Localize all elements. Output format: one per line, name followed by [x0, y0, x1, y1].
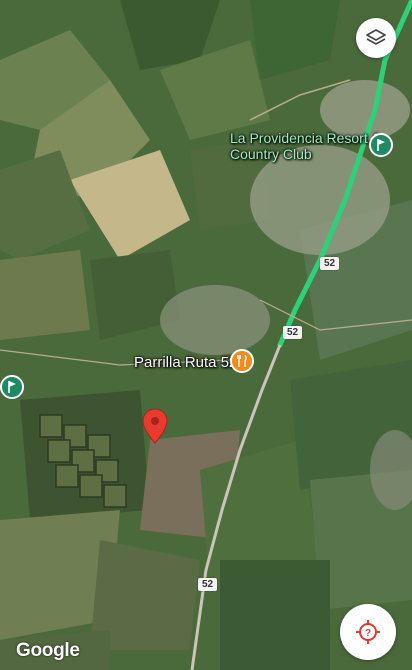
satellite-imagery — [0, 0, 412, 670]
fork-knife-icon — [237, 354, 247, 367]
layers-icon — [366, 29, 386, 45]
golf-poi[interactable] — [0, 375, 24, 399]
map-view[interactable]: 52 52 52 La Providencia Resort & Country… — [0, 0, 412, 670]
golf-flag-icon — [8, 381, 16, 393]
route-shield: 52 — [198, 578, 218, 591]
restaurant-poi[interactable] — [230, 349, 254, 373]
google-logo: Google — [16, 640, 80, 661]
svg-text:?: ? — [365, 628, 371, 639]
locate-button[interactable]: ? — [340, 604, 396, 660]
layers-button[interactable] — [356, 18, 396, 58]
route-shield: 52 — [283, 326, 303, 339]
resort-poi[interactable] — [369, 133, 393, 157]
map-pin-icon[interactable] — [142, 408, 168, 444]
golf-flag-icon — [377, 139, 385, 151]
locate-target-icon: ? — [356, 620, 380, 644]
restaurant-label[interactable]: Parrilla Ruta 52 — [134, 354, 237, 372]
route-shield: 52 — [320, 257, 340, 270]
